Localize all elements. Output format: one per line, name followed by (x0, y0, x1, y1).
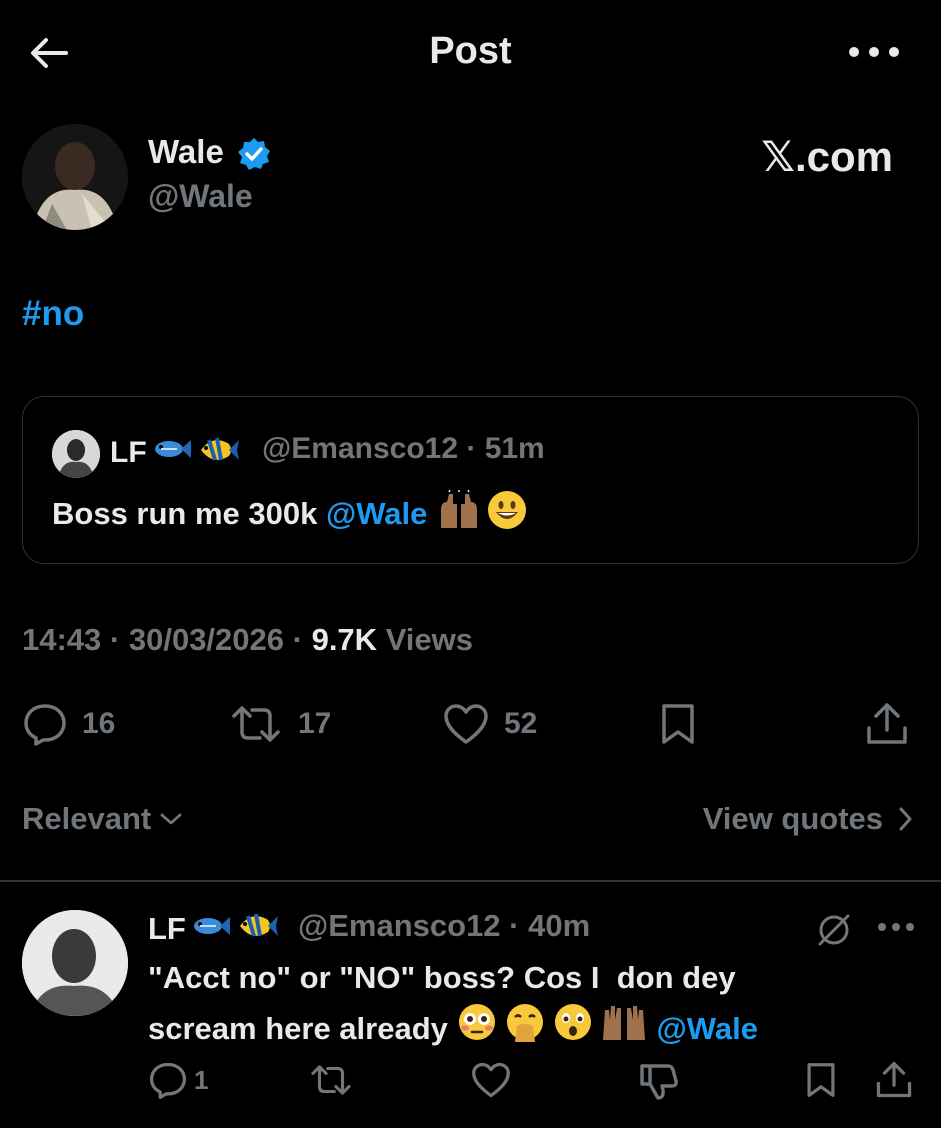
palms-up-icon (601, 1002, 647, 1056)
avatar-photo (22, 124, 128, 230)
fish-icon (190, 911, 230, 947)
reply-text-line2-row: scream here already @Wale (148, 1002, 888, 1056)
views-label: Views (385, 622, 474, 657)
quoted-author-name: LF (110, 432, 239, 474)
astonished-face-icon (553, 1002, 593, 1056)
share-icon (876, 1061, 912, 1098)
repost-icon (232, 706, 280, 742)
like-count: 52 (504, 707, 538, 740)
post-time: 14:43 (22, 622, 102, 657)
hashtag-link[interactable]: #no (22, 294, 84, 334)
grok-button[interactable] (814, 910, 854, 955)
reply-text-line2: scream here already (148, 1011, 457, 1046)
reply-icon (149, 1062, 187, 1099)
share-button[interactable] (864, 702, 910, 746)
reply-text-line1: "Acct no" or "NO" boss? Cos I don dey (148, 960, 736, 995)
dot-separator: · (466, 432, 485, 465)
chevron-down-icon (160, 813, 182, 825)
quoted-time: 51m (484, 432, 545, 465)
reply-reply-count: 1 (194, 1064, 209, 1095)
meta-dot-2: · (284, 622, 312, 657)
reply-button[interactable]: 16 (22, 702, 115, 746)
bookmark-icon (662, 704, 694, 744)
reply-icon (24, 704, 66, 746)
reply-downvote-button[interactable] (638, 1060, 680, 1100)
tropical-fish-icon (234, 908, 278, 950)
reply-like-button[interactable] (470, 1060, 512, 1100)
reply-author-name[interactable]: LF (148, 908, 278, 950)
view-quotes-link[interactable]: View quotes (703, 801, 913, 837)
post-date: 30/03/2026 (128, 622, 285, 657)
reply-share-button[interactable] (874, 1060, 914, 1100)
verified-badge-icon (236, 136, 272, 172)
author-avatar[interactable] (22, 124, 128, 230)
reply-handle-text: @Emansco12 (298, 908, 501, 943)
reply-text: "Acct no" or "NO" boss? Cos I don dey sc… (148, 954, 888, 1056)
quoted-text: Boss run me 300k @Wale (52, 489, 527, 538)
repost-button[interactable]: 17 (228, 702, 331, 746)
chevron-right-icon (899, 807, 912, 831)
more-options-button[interactable] (847, 42, 901, 62)
watermark: 𝕏.com (761, 133, 893, 180)
face-hand-over-mouth-icon (505, 1002, 545, 1056)
reply-count: 16 (82, 707, 116, 740)
reply-more-button[interactable] (876, 920, 916, 939)
author-name[interactable]: Wale (148, 133, 224, 171)
quoted-author-handle: @Emansco12 · 51m (262, 432, 545, 466)
quoted-handle-text: @Emansco12 (262, 432, 459, 465)
downvote-icon (640, 1064, 678, 1100)
more-horizontal-icon (849, 47, 899, 57)
reply-reply-button[interactable]: 1 (148, 1060, 208, 1100)
author-handle[interactable]: @Wale (148, 178, 253, 215)
grok-icon (818, 914, 850, 946)
repost-icon (311, 1065, 351, 1095)
repost-count: 17 (298, 707, 332, 740)
reply-author-handle: @Emansco12 · 40m (298, 908, 590, 944)
heart-icon (444, 704, 488, 744)
views-count: 9.7K (311, 622, 378, 657)
sort-dropdown[interactable]: Relevant (22, 801, 183, 837)
tropical-fish-icon (195, 432, 239, 474)
share-icon (867, 703, 907, 744)
quoted-post-card[interactable] (22, 396, 919, 564)
page-title: Post (429, 30, 512, 72)
reply-time: 40m (528, 908, 591, 943)
reply-name-text: LF (148, 911, 186, 946)
quoted-name-text: LF (110, 436, 147, 469)
more-horizontal-icon (878, 923, 914, 931)
sort-label: Relevant (22, 801, 152, 836)
like-button[interactable]: 52 (442, 702, 537, 746)
divider (0, 880, 941, 882)
reply-dot: · (500, 908, 529, 943)
raising-hands-icon (437, 489, 481, 538)
reply-bookmark-button[interactable] (804, 1060, 838, 1100)
quoted-text-body: Boss run me 300k (52, 496, 326, 531)
quoted-avatar (52, 430, 100, 478)
fish-icon (151, 436, 191, 470)
bookmark-button[interactable] (658, 702, 698, 746)
reply-author-avatar[interactable] (22, 910, 128, 1016)
bookmark-icon (807, 1063, 835, 1097)
view-quotes-label: View quotes (702, 801, 883, 836)
mention-link[interactable]: @Wale (326, 496, 427, 532)
meta-dot-1: · (101, 622, 129, 657)
heart-icon (472, 1062, 510, 1098)
reply-mention-link[interactable]: @Wale (657, 1005, 758, 1053)
smiley-icon (487, 490, 527, 538)
flushed-face-icon (457, 1002, 497, 1056)
reply-repost-button[interactable] (308, 1060, 354, 1100)
post-meta: 14:43 · 30/03/2026 · 9.7K Views (22, 622, 473, 658)
